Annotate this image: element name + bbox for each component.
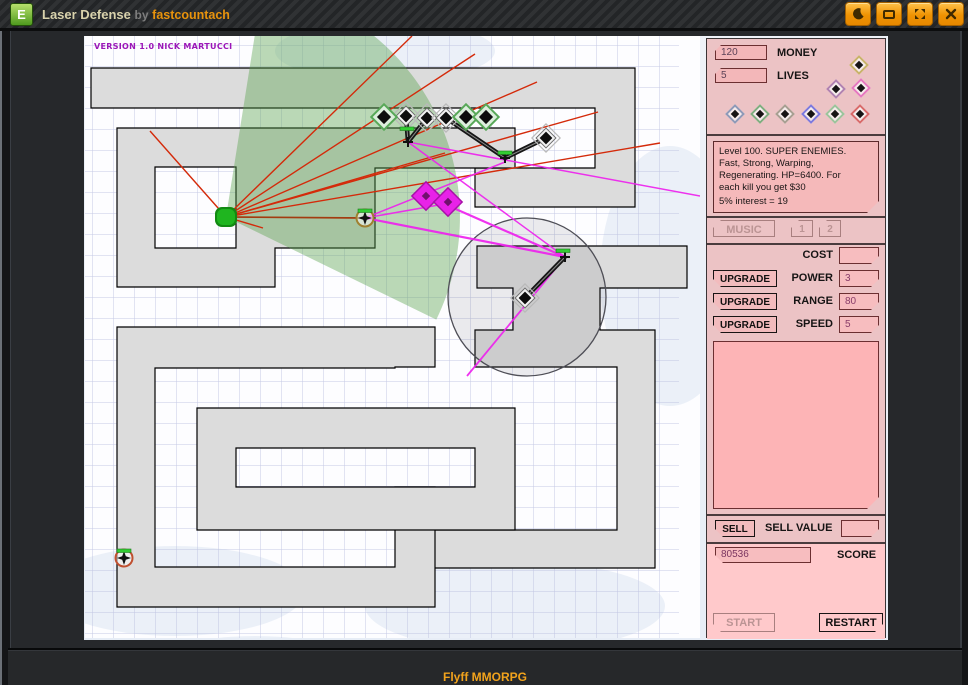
- health-bar: [399, 126, 415, 131]
- by-text: by: [134, 7, 149, 22]
- separator: [707, 243, 885, 245]
- sell-value-box: [841, 520, 879, 537]
- speed-value-box: 5: [839, 316, 879, 333]
- health-bar: [555, 248, 571, 253]
- level-info-line: Fast, Strong, Warping,: [719, 158, 814, 169]
- close-icon: [945, 8, 957, 20]
- wave-1-button[interactable]: 1: [791, 220, 813, 237]
- lives-box: 5: [715, 68, 767, 83]
- footer-bar: Flyff MMORPG: [8, 648, 962, 685]
- window-controls: [845, 2, 964, 26]
- money-box: 120: [715, 45, 767, 60]
- tower-icon-yellow[interactable]: [849, 55, 869, 75]
- pulse-tower[interactable]: [355, 208, 375, 228]
- game-title: Laser Defense: [42, 6, 131, 22]
- window-icon: [883, 10, 895, 19]
- tower-description-box: [713, 341, 879, 509]
- tower-icon-purple[interactable]: [826, 79, 846, 99]
- level-info-line: Regenerating. HP=6400. For: [719, 170, 841, 181]
- game-page: E Laser Defense by fastcountach VERSION …: [0, 0, 968, 685]
- speed-label: SPEED: [795, 318, 833, 330]
- tower-icon-red[interactable]: [850, 104, 870, 124]
- range-value-box: 80: [839, 293, 879, 310]
- control-panel: 120 MONEY 5 LIVES Level 100. SUPER ENEMI…: [706, 38, 886, 639]
- money-label: MONEY: [777, 47, 818, 59]
- level-info-line: Level 100. SUPER ENEMIES.: [719, 146, 847, 157]
- restore-window-button[interactable]: [876, 2, 902, 26]
- level-info-box: Level 100. SUPER ENEMIES. Fast, Strong, …: [713, 141, 879, 213]
- title-bar: E Laser Defense by fastcountach: [0, 0, 968, 31]
- version-text: VERSION 1.0 NICK MARTUCCI: [94, 42, 232, 51]
- separator: [707, 542, 885, 544]
- sell-button[interactable]: SELL: [715, 520, 755, 537]
- flash-stage: VERSION 1.0 NICK MARTUCCI 120 MONEY 5 LI…: [45, 0, 888, 685]
- separator: [707, 514, 885, 516]
- music-button[interactable]: MUSIC: [713, 220, 775, 237]
- site-logo[interactable]: E: [10, 2, 33, 26]
- separator: [707, 216, 885, 218]
- power-value-box: 3: [839, 270, 879, 287]
- pulse-tower[interactable]: [114, 548, 134, 568]
- tower-icon-palegreen[interactable]: [825, 104, 845, 124]
- sell-value-label: SELL VALUE: [765, 522, 833, 534]
- laser-beam-dark: [225, 216, 366, 219]
- lives-label: LIVES: [777, 70, 809, 82]
- tower-icon-pink[interactable]: [851, 78, 871, 98]
- range-label: RANGE: [793, 295, 833, 307]
- fullscreen-arrows-icon: [915, 9, 925, 19]
- cost-value-box: [839, 247, 879, 264]
- health-bar: [357, 208, 373, 213]
- tower-icon-green[interactable]: [750, 104, 770, 124]
- blob-tower[interactable]: [215, 207, 237, 227]
- restart-button[interactable]: RESTART: [819, 613, 883, 632]
- wave-2-button[interactable]: 2: [819, 220, 841, 237]
- ad-link[interactable]: Flyff MMORPG: [443, 670, 527, 684]
- power-label: POWER: [791, 272, 833, 284]
- map-canvas[interactable]: VERSION 1.0 NICK MARTUCCI: [45, 0, 740, 685]
- window-title: Laser Defense by fastcountach: [42, 7, 230, 22]
- cost-label: COST: [802, 249, 833, 261]
- right-scrollbar[interactable]: [960, 0, 968, 685]
- interest-line: 5% interest = 19: [719, 196, 788, 207]
- author-link[interactable]: fastcountach: [152, 8, 230, 22]
- start-button[interactable]: START: [713, 613, 775, 632]
- level-info-line: each kill you get $30: [719, 182, 806, 193]
- close-button[interactable]: [938, 2, 964, 26]
- tower-icon-slate[interactable]: [725, 104, 745, 124]
- health-bar: [497, 150, 513, 155]
- left-page-border: [0, 0, 11, 685]
- score-box: 80536: [715, 547, 811, 563]
- night-mode-button[interactable]: [845, 2, 871, 26]
- game-map[interactable]: VERSION 1.0 NICK MARTUCCI: [45, 0, 740, 685]
- score-label: SCORE: [837, 549, 877, 561]
- moon-icon: [853, 8, 864, 20]
- health-bar: [116, 548, 132, 553]
- separator: [707, 134, 885, 136]
- tower-icon-tan[interactable]: [775, 104, 795, 124]
- tower-icon-violet[interactable]: [801, 104, 821, 124]
- fullscreen-button[interactable]: [907, 2, 933, 26]
